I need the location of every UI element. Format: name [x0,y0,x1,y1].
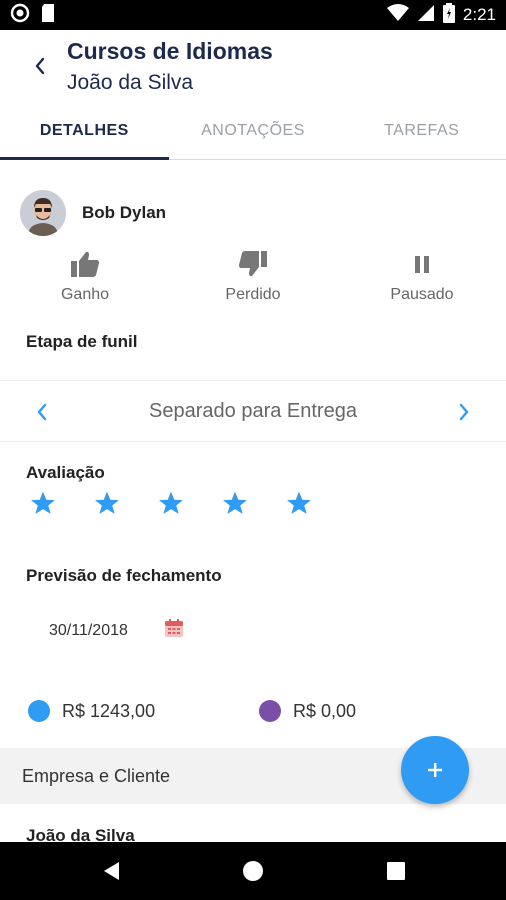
lost-label: Perdido [225,286,281,303]
page-subtitle: João da Silva [67,71,194,94]
contact-name: Bob Dylan [82,203,167,222]
lost-button[interactable]: Perdido [193,250,313,304]
nav-recents-button[interactable] [381,856,411,886]
avatar [20,190,66,236]
closing-date-value: 30/11/2018 [49,621,128,639]
amount-item: R$ 0,00 [259,700,356,722]
chevron-left-icon [37,403,47,421]
star-icon[interactable] [94,490,120,516]
nav-back-button[interactable] [96,856,126,886]
closing-label: Previsão de fechamento [26,566,222,585]
thumbs-down-icon [239,251,267,277]
home-circle-icon [243,861,263,881]
wifi-icon [386,3,409,27]
amount-value: R$ 1243,00 [62,700,156,721]
rating-stars [30,490,312,516]
amount-value: R$ 0,00 [293,700,357,721]
battery-icon [442,2,455,28]
plus-icon [428,763,442,777]
chevron-right-icon [459,403,469,421]
amount-item: R$ 1243,00 [28,700,155,722]
thumbs-up-icon [71,251,99,277]
funnel-next-button[interactable] [451,399,477,425]
app-header: Cursos de Idiomas João da Silva [0,30,506,102]
star-icon[interactable] [158,490,184,516]
page-title: Cursos de Idiomas [67,38,273,64]
back-button[interactable] [22,48,58,84]
pause-icon [415,256,429,273]
signal-icon [417,4,435,27]
back-triangle-icon [104,862,119,880]
won-label: Ganho [60,286,110,303]
deal-actions: Ganho Perdido Pausado [0,250,506,310]
won-button[interactable]: Ganho [25,250,145,304]
funnel-stage-value: Separado para Entrega [149,399,357,422]
funnel-prev-button[interactable] [29,399,55,425]
add-button[interactable] [401,736,469,804]
status-bar: 2:21 [0,0,506,30]
funnel-stage-selector: Separado para Entrega [0,380,506,442]
tab-bar: DETALHES ANOTAÇÕES TAREFAS [0,102,506,160]
star-icon[interactable] [222,490,248,516]
star-icon[interactable] [286,490,312,516]
star-icon[interactable] [30,490,56,516]
closing-date-field[interactable]: 30/11/2018 [49,618,184,643]
calendar-icon[interactable] [164,618,184,643]
section-title: Empresa e Cliente [22,765,171,786]
tab-anotacoes[interactable]: ANOTAÇÕES [169,102,338,159]
sd-card-icon [40,3,56,28]
tab-detalhes[interactable]: DETALHES [0,102,169,160]
amount-color-dot [259,700,281,722]
nav-home-button[interactable] [238,856,268,886]
recents-square-icon [387,862,405,880]
rating-label: Avaliação [26,463,105,482]
record-icon [10,3,30,28]
system-nav-bar [0,842,506,900]
status-time: 2:21 [462,5,496,24]
contact-row[interactable]: Bob Dylan [20,190,166,236]
paused-label: Pausado [390,286,454,303]
funnel-label: Etapa de funil [26,332,138,351]
chevron-left-icon [35,57,45,75]
tab-tarefas[interactable]: TAREFAS [337,102,506,159]
paused-button[interactable]: Pausado [362,250,482,304]
amount-color-dot [28,700,50,722]
